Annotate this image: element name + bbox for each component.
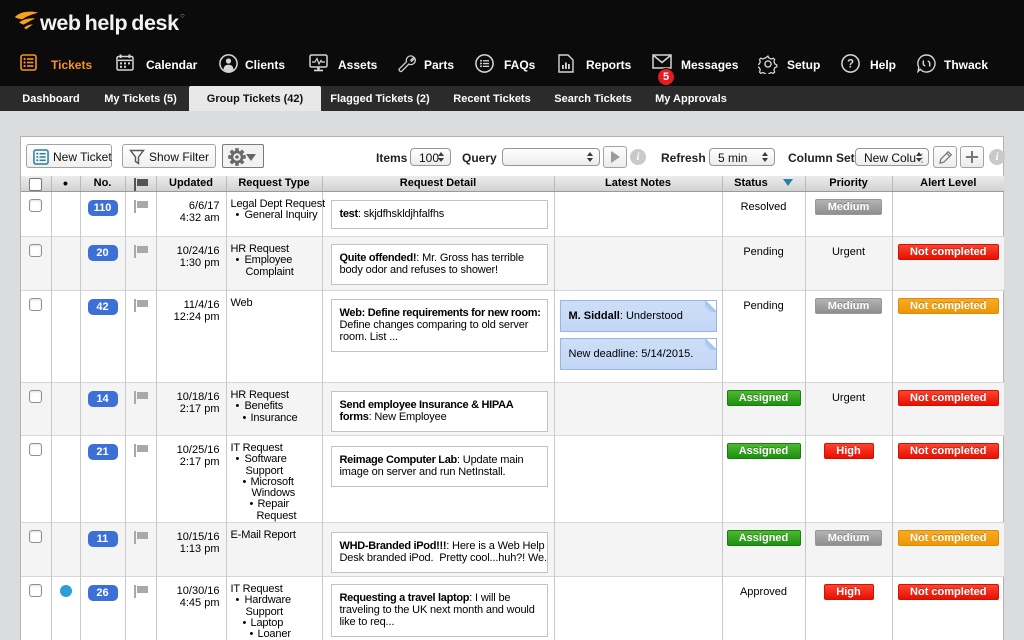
svg-text:?: ? bbox=[847, 59, 854, 71]
